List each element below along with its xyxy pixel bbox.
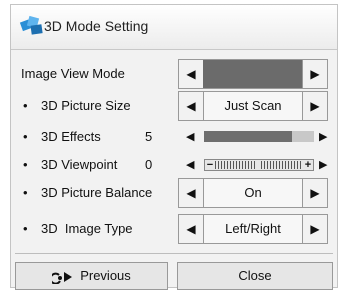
image-type-row: • 3D Image Type ◀ Left/Right ▶ (11, 214, 337, 244)
picture-balance-row: • 3D Picture Balance ◀ On ▶ (11, 178, 337, 208)
effects-slider[interactable] (204, 131, 314, 142)
picture-balance-left-arrow-icon[interactable]: ◀ (179, 179, 204, 207)
effects-left-arrow-icon[interactable]: ◀ (186, 122, 194, 152)
picture-size-label: • 3D Picture Size (23, 91, 131, 121)
image-type-value: Left/Right (225, 221, 281, 236)
viewpoint-label: • 3D Viewpoint (23, 150, 117, 180)
picture-balance-select[interactable]: ◀ On ▶ (178, 178, 328, 208)
picture-size-left-arrow-icon[interactable]: ◀ (179, 92, 204, 120)
viewpoint-number: 0 (145, 157, 153, 172)
effects-row: • 3D Effects 5 ◀ ▶ (11, 122, 337, 152)
picture-size-select[interactable]: ◀ Just Scan ▶ (178, 91, 328, 121)
effects-text: 3D Effects (41, 129, 101, 144)
back-arrow-icon (52, 271, 73, 284)
effects-label: • 3D Effects (23, 122, 101, 152)
close-button-label: Close (238, 268, 272, 283)
image-view-mode-label: Image View Mode (21, 66, 125, 81)
previous-button[interactable]: Previous (15, 262, 168, 290)
viewpoint-slider[interactable]: − + (204, 159, 314, 171)
image-type-right-arrow-icon[interactable]: ▶ (302, 215, 327, 243)
image-view-mode-left-arrow-icon[interactable]: ◀ (179, 60, 204, 88)
bullet-icon: • (23, 185, 28, 200)
dialog-title: 3D Mode Setting (44, 18, 149, 34)
viewpoint-ticks-right (261, 161, 303, 169)
image-type-label: • 3D Image Type (23, 214, 133, 244)
bullet-icon: • (23, 221, 28, 236)
viewpoint-ticks-left (215, 161, 257, 169)
previous-button-label: Previous (80, 268, 131, 283)
picture-balance-right-arrow-icon[interactable]: ▶ (302, 179, 327, 207)
bullet-icon: • (23, 98, 28, 113)
picture-size-row: • 3D Picture Size ◀ Just Scan ▶ (11, 91, 337, 121)
bullet-icon: • (23, 129, 28, 144)
picture-size-value: Just Scan (224, 98, 282, 113)
plus-icon: + (304, 159, 312, 171)
image-view-mode-select[interactable]: ◀ ▶ (178, 59, 328, 89)
image-view-mode-row: Image View Mode ◀ ▶ (11, 59, 337, 89)
effects-number: 5 (145, 129, 153, 144)
viewpoint-row: • 3D Viewpoint 0 ◀ − + ▶ (11, 150, 337, 180)
close-button[interactable]: Close (177, 262, 333, 290)
dialog-title-bar: 3D Mode Setting (11, 5, 337, 50)
picture-balance-value: On (244, 185, 262, 200)
picture-size-right-arrow-icon[interactable]: ▶ (302, 92, 327, 120)
image-type-select[interactable]: ◀ Left/Right ▶ (178, 214, 328, 244)
3d-mode-icon (19, 15, 43, 35)
picture-balance-text: 3D Picture Balance (41, 185, 153, 200)
bullet-icon: • (23, 157, 28, 172)
viewpoint-left-arrow-icon[interactable]: ◀ (186, 150, 194, 180)
image-view-mode-right-arrow-icon[interactable]: ▶ (302, 60, 327, 88)
viewpoint-right-arrow-icon[interactable]: ▶ (319, 150, 327, 180)
effects-right-arrow-icon[interactable]: ▶ (319, 122, 327, 152)
3d-mode-setting-dialog: 3D Mode Setting Image View Mode ◀ ▶ • 3D … (10, 4, 338, 290)
image-type-text: 3D Image Type (41, 221, 133, 236)
effects-slider-fill (204, 131, 292, 142)
viewpoint-text: 3D Viewpoint (41, 157, 118, 172)
image-type-left-arrow-icon[interactable]: ◀ (179, 215, 204, 243)
picture-size-text: 3D Picture Size (41, 98, 131, 113)
image-view-mode-value (203, 60, 303, 88)
picture-balance-label: • 3D Picture Balance (23, 178, 152, 208)
footer-divider (15, 253, 333, 254)
minus-icon: − (206, 159, 214, 171)
